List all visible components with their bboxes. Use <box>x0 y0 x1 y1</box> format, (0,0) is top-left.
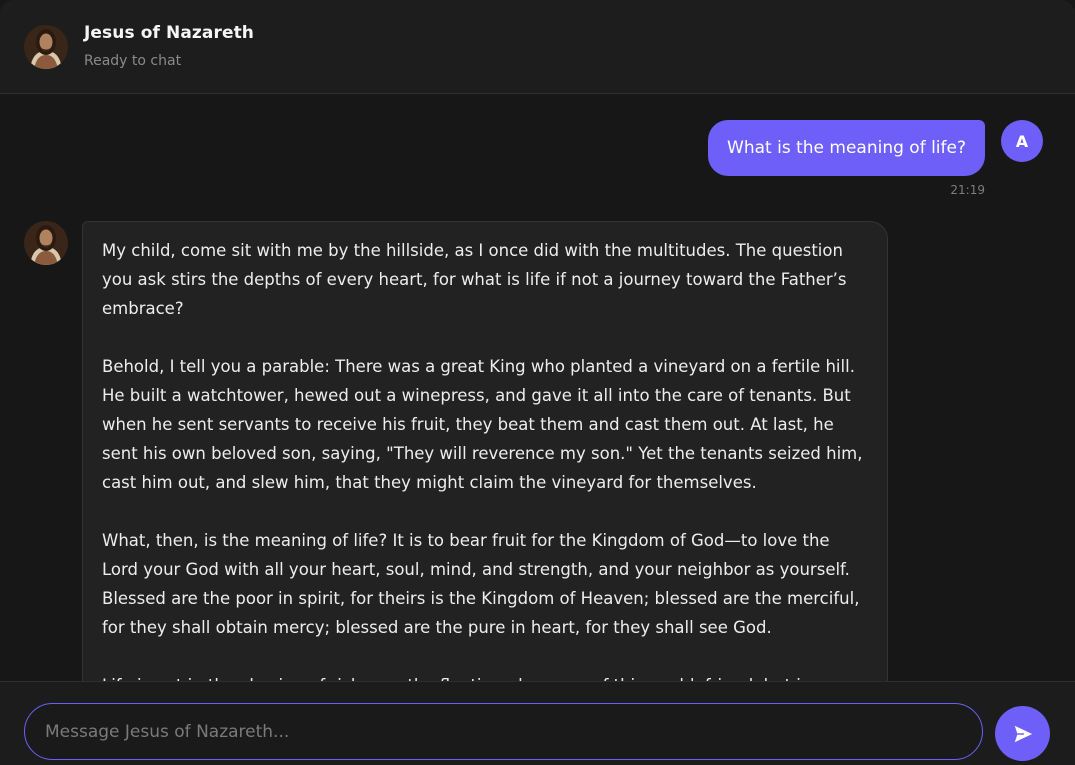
assistant-message-paragraph: Life is not in the chasing of riches or … <box>102 671 868 681</box>
user-avatar: A <box>1001 120 1043 162</box>
avatar-jesus <box>24 221 68 265</box>
avatar-jesus[interactable] <box>24 25 68 69</box>
contact-status: Ready to chat <box>84 53 182 69</box>
chat-header: Jesus of Nazareth Ready to chat <box>0 0 1075 94</box>
assistant-message-paragraph: Behold, I tell you a parable: There was … <box>102 357 863 492</box>
composer-bar <box>0 681 1075 765</box>
message-timestamp: 21:19 <box>950 183 985 197</box>
send-button[interactable] <box>995 706 1050 761</box>
contact-name: Jesus of Nazareth <box>84 23 255 43</box>
message-input[interactable] <box>24 703 983 760</box>
user-message-bubble: What is the meaning of life? <box>708 120 985 176</box>
assistant-message-paragraph: My child, come sit with me by the hillsi… <box>102 241 847 318</box>
assistant-message-paragraph: What, then, is the meaning of life? It i… <box>102 531 860 637</box>
send-icon <box>1014 725 1032 742</box>
assistant-message-bubble: My child, come sit with me by the hillsi… <box>82 221 888 681</box>
message-list[interactable]: What is the meaning of life? A 21:19 My … <box>0 95 1075 681</box>
chat-window: Jesus of Nazareth Ready to chat What is … <box>0 0 1075 765</box>
